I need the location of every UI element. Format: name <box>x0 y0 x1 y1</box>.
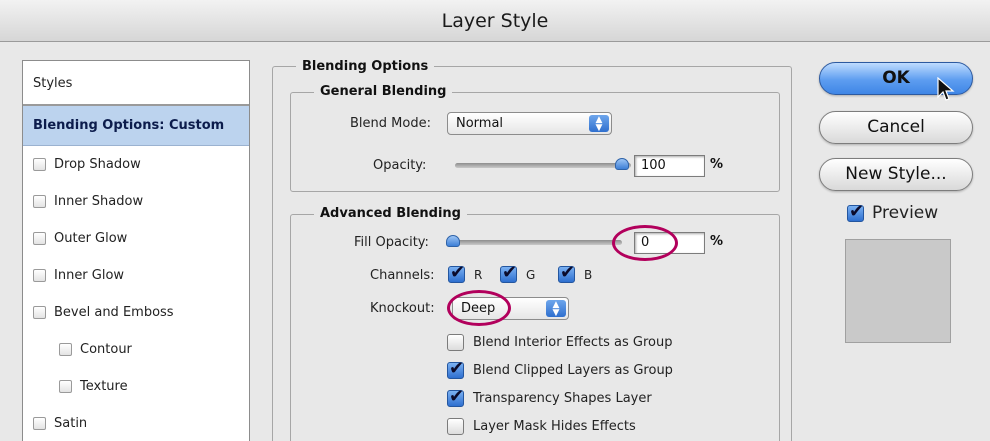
drop-shadow-checkbox[interactable] <box>33 158 46 171</box>
styles-item-inner-glow[interactable]: Inner Glow <box>23 257 249 294</box>
transparency-shapes-label: Transparency Shapes Layer <box>473 391 652 406</box>
opacity-label: Opacity: <box>373 158 427 173</box>
blend-mode-value: Normal <box>456 116 504 131</box>
blend-interior-effects-label: Blend Interior Effects as Group <box>473 335 673 350</box>
inner-glow-checkbox[interactable] <box>33 269 46 282</box>
advanced-blending-title: Advanced Blending <box>314 206 467 221</box>
styles-item-label: Blending Options: Custom <box>33 118 225 133</box>
styles-item-blending-options[interactable]: Blending Options: Custom <box>23 106 249 146</box>
bevel-emboss-checkbox[interactable] <box>33 306 46 319</box>
styles-item-label: Drop Shadow <box>54 157 141 172</box>
channel-b-label: B <box>584 268 593 282</box>
blend-mode-select[interactable]: Normal ▲ ▼ <box>447 112 612 135</box>
styles-item-inner-shadow[interactable]: Inner Shadow <box>23 183 249 220</box>
outer-glow-checkbox[interactable] <box>33 232 46 245</box>
styles-item-label: Inner Glow <box>54 268 125 283</box>
window-title: Layer Style <box>441 10 549 32</box>
fill-opacity-slider-thumb[interactable] <box>446 235 460 247</box>
styles-item-label: Texture <box>80 379 128 394</box>
styles-list-header[interactable]: Styles <box>23 61 249 106</box>
blend-clipped-layers-checkbox[interactable] <box>447 359 464 379</box>
dialog-content: Styles Blending Options: Custom Drop Sha… <box>0 42 990 441</box>
general-blending-group <box>290 92 780 192</box>
fill-opacity-label: Fill Opacity: <box>354 235 429 250</box>
opacity-input[interactable]: 100 <box>634 155 705 177</box>
styles-item-drop-shadow[interactable]: Drop Shadow <box>23 146 249 183</box>
style-preview-swatch <box>845 239 951 343</box>
styles-item-bevel-emboss[interactable]: Bevel and Emboss <box>23 294 249 331</box>
fill-opacity-highlight <box>612 225 678 261</box>
new-style-button[interactable]: New Style... <box>819 158 973 191</box>
styles-list: Styles Blending Options: Custom Drop Sha… <box>22 60 250 441</box>
preview-checkbox[interactable] <box>847 202 864 222</box>
select-arrows-icon: ▲ ▼ <box>546 300 566 318</box>
channel-g-label: G <box>526 268 536 282</box>
window-titlebar: Layer Style <box>0 0 990 42</box>
layer-mask-hides-checkbox[interactable] <box>447 418 464 435</box>
texture-checkbox[interactable] <box>59 380 72 393</box>
blend-mode-label: Blend Mode: <box>350 116 431 131</box>
blend-interior-effects-checkbox[interactable] <box>447 334 464 351</box>
fill-opacity-slider-track[interactable] <box>452 240 622 245</box>
satin-checkbox[interactable] <box>33 417 46 430</box>
channels-label: Channels: <box>370 268 435 283</box>
channel-g-checkbox[interactable] <box>500 263 517 283</box>
general-blending-title: General Blending <box>314 84 453 99</box>
styles-item-label: Outer Glow <box>54 231 128 246</box>
fill-opacity-unit: % <box>710 234 724 249</box>
knockout-highlight <box>447 290 511 326</box>
cancel-button[interactable]: Cancel <box>819 111 973 144</box>
blending-options-title: Blending Options <box>296 59 435 74</box>
mouse-cursor-icon <box>937 77 955 101</box>
channel-r-checkbox[interactable] <box>448 263 465 283</box>
opacity-slider-track[interactable] <box>455 163 631 168</box>
blend-clipped-layers-label: Blend Clipped Layers as Group <box>473 363 673 378</box>
styles-item-texture[interactable]: Texture <box>23 368 249 405</box>
transparency-shapes-checkbox[interactable] <box>447 387 464 407</box>
styles-item-label: Inner Shadow <box>54 194 144 209</box>
opacity-slider-thumb[interactable] <box>615 158 629 170</box>
knockout-label: Knockout: <box>370 301 435 316</box>
inner-shadow-checkbox[interactable] <box>33 195 46 208</box>
styles-item-contour[interactable]: Contour <box>23 331 249 368</box>
styles-item-label: Contour <box>80 342 132 357</box>
styles-item-satin[interactable]: Satin <box>23 405 249 441</box>
styles-item-label: Bevel and Emboss <box>54 305 174 320</box>
styles-item-outer-glow[interactable]: Outer Glow <box>23 220 249 257</box>
opacity-unit: % <box>710 157 724 172</box>
contour-checkbox[interactable] <box>59 343 72 356</box>
styles-item-label: Satin <box>54 416 88 431</box>
select-arrows-icon: ▲ ▼ <box>589 115 609 133</box>
layer-mask-hides-label: Layer Mask Hides Effects <box>473 419 636 434</box>
preview-label: Preview <box>872 203 939 223</box>
channel-r-label: R <box>474 268 483 282</box>
channel-b-checkbox[interactable] <box>558 263 575 283</box>
